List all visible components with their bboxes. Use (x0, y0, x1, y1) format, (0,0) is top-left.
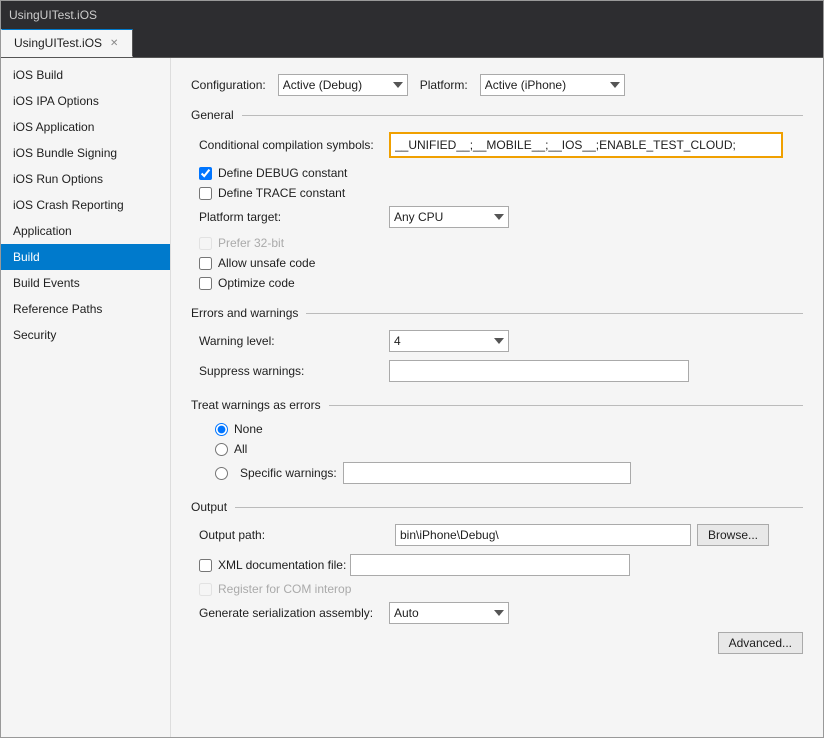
platform-target-label: Platform target: (199, 210, 389, 224)
general-section: General Conditional compilation symbols:… (191, 108, 803, 290)
optimize-label: Optimize code (218, 276, 295, 290)
suppress-warnings-row: Suppress warnings: (191, 360, 803, 382)
tab-bar: UsingUITest.iOS ✕ (1, 29, 823, 58)
suppress-warnings-input[interactable] (389, 360, 689, 382)
ccs-input[interactable] (391, 134, 781, 156)
radio-specific[interactable] (215, 467, 228, 480)
prefer-32bit-label: Prefer 32-bit (218, 236, 284, 250)
output-section: Output Output path: Browse... XML docume… (191, 500, 803, 654)
radio-specific-label: Specific warnings: (240, 466, 337, 480)
ccs-wrapper (389, 132, 783, 158)
treat-errors-section: Treat warnings as errors None All Specif… (191, 398, 803, 484)
sidebar: iOS BuildiOS IPA OptionsiOS Applicationi… (1, 58, 171, 737)
suppress-warnings-label: Suppress warnings: (199, 364, 389, 378)
window: UsingUITest.iOS UsingUITest.iOS ✕ iOS Bu… (0, 0, 824, 738)
xml-doc-row: XML documentation file: (191, 554, 803, 576)
xml-doc-checkbox[interactable] (199, 559, 212, 572)
content-area: iOS BuildiOS IPA OptionsiOS Applicationi… (1, 58, 823, 737)
main-tab[interactable]: UsingUITest.iOS ✕ (1, 29, 133, 57)
advanced-button[interactable]: Advanced... (718, 632, 803, 654)
sidebar-item-application[interactable]: Application (1, 218, 170, 244)
sidebar-item-ios-ipa-options[interactable]: iOS IPA Options (1, 88, 170, 114)
errors-warnings-title: Errors and warnings (191, 306, 803, 320)
prefer-32bit-checkbox (199, 237, 212, 250)
radio-all-label: All (234, 442, 247, 456)
ccs-label: Conditional compilation symbols: (199, 138, 389, 152)
define-trace-row: Define TRACE constant (191, 186, 803, 200)
xml-doc-input[interactable] (350, 554, 630, 576)
errors-warnings-section: Errors and warnings Warning level: 4 Sup… (191, 306, 803, 382)
radio-none[interactable] (215, 423, 228, 436)
radio-all-row: All (191, 442, 803, 456)
gen-serialization-label: Generate serialization assembly: (199, 606, 389, 620)
define-trace-checkbox[interactable] (199, 187, 212, 200)
sidebar-item-reference-paths[interactable]: Reference Paths (1, 296, 170, 322)
radio-specific-row: Specific warnings: (191, 462, 803, 484)
configuration-label: Configuration: (191, 78, 266, 92)
output-path-input[interactable] (395, 524, 691, 546)
warning-level-label: Warning level: (199, 334, 389, 348)
gen-serialization-select[interactable]: Auto (389, 602, 509, 624)
sidebar-item-build[interactable]: Build (1, 244, 170, 270)
define-trace-label: Define TRACE constant (218, 186, 345, 200)
com-interop-row: Register for COM interop (191, 582, 803, 596)
sidebar-item-ios-build[interactable]: iOS Build (1, 62, 170, 88)
xml-doc-label: XML documentation file: (218, 558, 346, 572)
radio-all[interactable] (215, 443, 228, 456)
config-platform-row: Configuration: Active (Debug) Platform: … (191, 74, 803, 96)
allow-unsafe-label: Allow unsafe code (218, 256, 315, 270)
optimize-row: Optimize code (191, 276, 803, 290)
allow-unsafe-row: Allow unsafe code (191, 256, 803, 270)
define-debug-checkbox[interactable] (199, 167, 212, 180)
platform-label: Platform: (420, 78, 468, 92)
define-debug-label: Define DEBUG constant (218, 166, 347, 180)
sidebar-item-ios-application[interactable]: iOS Application (1, 114, 170, 140)
define-debug-row: Define DEBUG constant (191, 166, 803, 180)
output-path-label: Output path: (199, 528, 389, 542)
radio-none-row: None (191, 422, 803, 436)
sidebar-item-build-events[interactable]: Build Events (1, 270, 170, 296)
platform-select[interactable]: Active (iPhone) (480, 74, 625, 96)
sidebar-item-ios-crash-reporting[interactable]: iOS Crash Reporting (1, 192, 170, 218)
tab-label: UsingUITest.iOS (14, 36, 102, 50)
output-path-row: Output path: Browse... (191, 524, 803, 546)
browse-button[interactable]: Browse... (697, 524, 769, 546)
window-title: UsingUITest.iOS (9, 8, 97, 22)
platform-target-row: Platform target: Any CPU (191, 206, 803, 228)
optimize-checkbox[interactable] (199, 277, 212, 290)
advanced-row: Advanced... (191, 632, 803, 654)
ccs-row: Conditional compilation symbols: (191, 132, 803, 158)
sidebar-item-ios-run-options[interactable]: iOS Run Options (1, 166, 170, 192)
tab-close-icon[interactable]: ✕ (108, 38, 120, 49)
prefer-32bit-row: Prefer 32-bit (191, 236, 803, 250)
specific-warnings-input[interactable] (343, 462, 631, 484)
radio-specific-container: Specific warnings: (215, 462, 631, 484)
output-title: Output (191, 500, 803, 514)
sidebar-item-ios-bundle-signing[interactable]: iOS Bundle Signing (1, 140, 170, 166)
allow-unsafe-checkbox[interactable] (199, 257, 212, 270)
title-bar: UsingUITest.iOS (1, 1, 823, 29)
sidebar-item-security[interactable]: Security (1, 322, 170, 348)
platform-target-select[interactable]: Any CPU (389, 206, 509, 228)
treat-errors-title: Treat warnings as errors (191, 398, 803, 412)
com-interop-label: Register for COM interop (218, 582, 351, 596)
com-interop-checkbox (199, 583, 212, 596)
gen-serialization-row: Generate serialization assembly: Auto (191, 602, 803, 624)
warning-level-row: Warning level: 4 (191, 330, 803, 352)
configuration-select[interactable]: Active (Debug) (278, 74, 408, 96)
radio-none-label: None (234, 422, 263, 436)
main-panel: Configuration: Active (Debug) Platform: … (171, 58, 823, 737)
warning-level-select[interactable]: 4 (389, 330, 509, 352)
general-section-title: General (191, 108, 803, 122)
